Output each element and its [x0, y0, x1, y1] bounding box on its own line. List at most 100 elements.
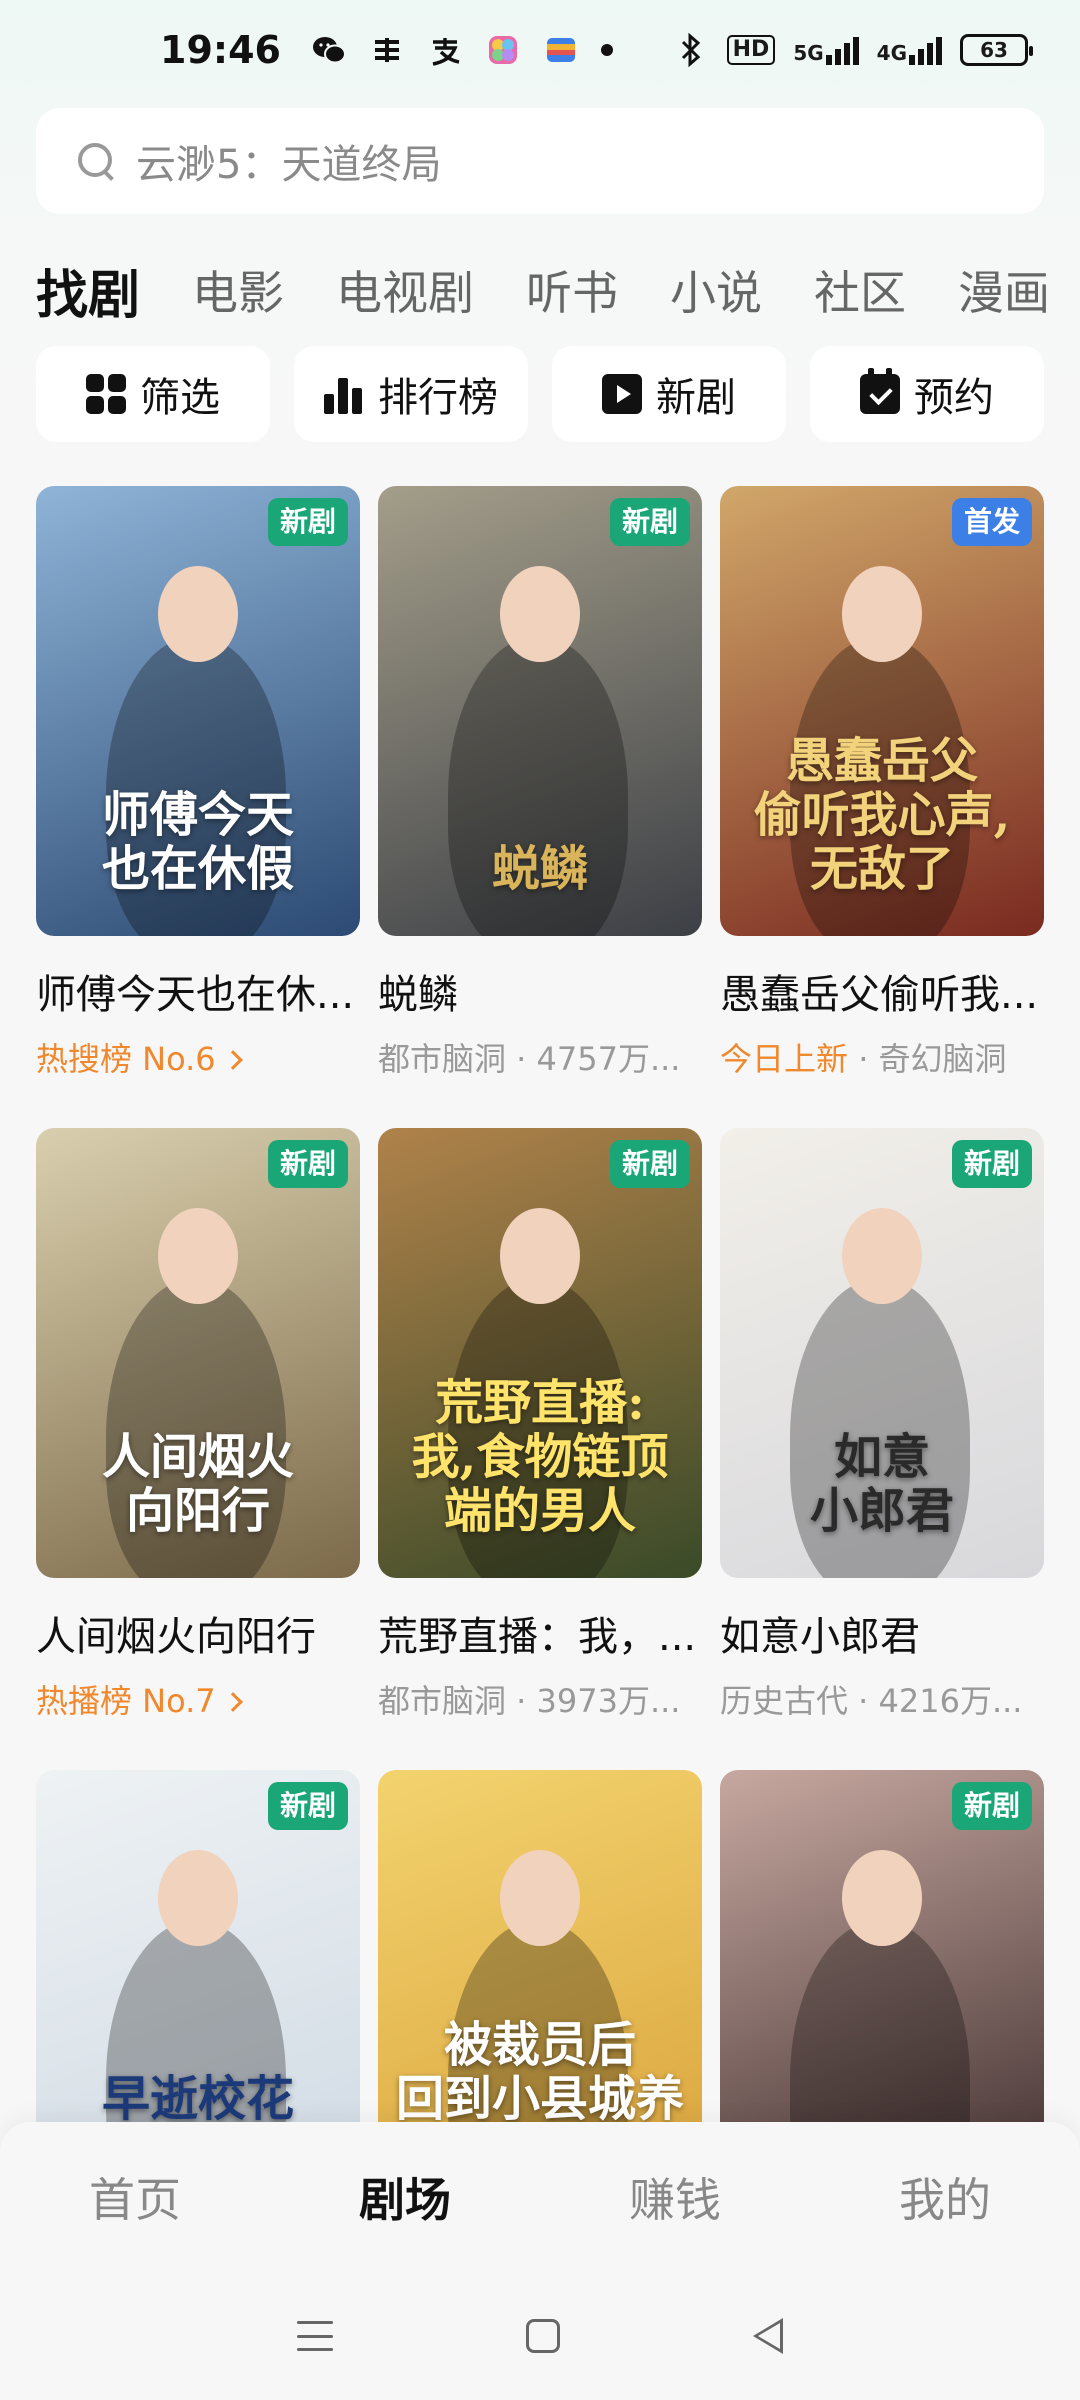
- search-bar[interactable]: 云渺5：天道终局: [36, 108, 1044, 214]
- drama-subtitle: 历史古代 · 4216万...: [720, 1676, 1044, 1722]
- chevron-right-icon: [222, 1692, 243, 1712]
- poster-face: [842, 1850, 922, 1946]
- status-time: 19:46: [160, 28, 281, 72]
- hd-voice-badge: HD: [726, 35, 776, 65]
- drama-poster[interactable]: 师傅今天 也在休假 新剧: [36, 486, 360, 936]
- signal-5g: 5G: [793, 35, 859, 65]
- search-icon: [76, 141, 116, 181]
- poster-title-art: 愚蠢岳父 偷听我心声,无敌了: [753, 733, 1011, 897]
- calendar-check-icon: [860, 368, 900, 414]
- nav-home[interactable]: 首页: [0, 2164, 270, 2230]
- poster-title-art: 荒野直播: 我,食物链顶端的男人: [411, 1375, 669, 1539]
- wallet-app-icon: [543, 32, 579, 68]
- tab-comics[interactable]: 漫画: [958, 257, 1050, 323]
- poster-title-art: 蜕鳞: [491, 841, 588, 897]
- filter-label: 筛选: [140, 375, 220, 421]
- drama-card[interactable]: 人间烟火 向阳行 新剧人间烟火向阳行热播榜 No.7: [36, 1128, 360, 1770]
- nav-earn[interactable]: 赚钱: [540, 2164, 810, 2230]
- genre-views-label: 都市脑洞 · 3973万...: [378, 1682, 681, 1720]
- play-icon: [602, 374, 642, 414]
- drama-poster[interactable]: 如意 小郎君 新剧: [720, 1128, 1044, 1578]
- drama-subtitle: 热播榜 No.7: [36, 1676, 360, 1722]
- poster-badge: 首发: [951, 498, 1032, 546]
- more-notifications-dot: [600, 44, 613, 56]
- bluetooth-icon: [673, 32, 709, 68]
- poster-badge: 新剧: [951, 1140, 1032, 1188]
- hot-rank-label[interactable]: 热播榜 No.7: [36, 1682, 216, 1720]
- drama-title[interactable]: 蜕鳞: [378, 962, 702, 1020]
- genre-views-label: · 奇幻脑洞: [848, 1040, 1007, 1078]
- search-placeholder: 云渺5：天道终局: [136, 142, 442, 188]
- tab-community[interactable]: 社区: [814, 257, 906, 323]
- poster-face: [158, 1850, 238, 1946]
- drama-poster[interactable]: 愚蠢岳父 偷听我心声,无敌了 首发: [720, 486, 1044, 936]
- ranking-button[interactable]: 排行榜: [294, 346, 528, 442]
- network-type-label: 5G: [793, 41, 824, 65]
- poster-badge: 新剧: [951, 1782, 1032, 1830]
- ranking-label: 排行榜: [378, 375, 498, 421]
- system-status: HD 5G 4G 63: [673, 32, 1033, 68]
- wechat-icon: [311, 32, 347, 68]
- drama-poster[interactable]: 人间烟火 向阳行 新剧: [36, 1128, 360, 1578]
- genre-views-label: 都市脑洞 · 4757万...: [378, 1040, 681, 1078]
- status-bar: 19:46 HD 5G 4G 63: [0, 0, 1080, 100]
- poster-face: [842, 566, 922, 662]
- poster-badge: 新剧: [267, 498, 348, 546]
- drama-poster[interactable]: 蜕鳞 新剧: [378, 486, 702, 936]
- poster-badge: 新剧: [267, 1782, 348, 1830]
- poster-badge: 新剧: [609, 1140, 690, 1188]
- drama-title[interactable]: 师傅今天也在休...: [36, 962, 360, 1020]
- tab-audiobook[interactable]: 听书: [526, 257, 618, 323]
- hot-rank-label[interactable]: 热搜榜 No.6: [36, 1040, 216, 1078]
- photo-app-icon: [485, 32, 521, 68]
- drama-card[interactable]: 蜕鳞 新剧 蜕鳞 都市脑洞 · 4757万...: [378, 486, 702, 1128]
- drama-poster[interactable]: 荒野直播: 我,食物链顶端的男人 新剧: [378, 1128, 702, 1578]
- drama-title[interactable]: 荒野直播：我，...: [378, 1604, 702, 1662]
- nav-theater[interactable]: 剧场: [270, 2164, 540, 2230]
- poster-face: [500, 566, 580, 662]
- drama-card[interactable]: 如意 小郎君 新剧如意小郎君历史古代 · 4216万...: [720, 1128, 1044, 1770]
- drama-title[interactable]: 愚蠢岳父偷听我...: [720, 962, 1044, 1020]
- bank-app-icon: [369, 32, 405, 68]
- drama-subtitle: 都市脑洞 · 3973万...: [378, 1676, 702, 1722]
- notification-icons: [311, 32, 613, 68]
- drama-card[interactable]: 师傅今天 也在休假 新剧师傅今天也在休... 热搜榜 No.6: [36, 486, 360, 1128]
- quick-actions: 筛选 排行榜 新剧 预约: [36, 346, 1044, 442]
- tab-movie[interactable]: 电影: [192, 257, 284, 323]
- drama-subtitle: 热搜榜 No.6: [36, 1034, 360, 1080]
- reserve-label: 预约: [914, 375, 994, 421]
- signal-4g: 4G: [877, 35, 942, 65]
- drama-subtitle: 今日上新 · 奇幻脑洞: [720, 1034, 1044, 1080]
- poster-face: [842, 1208, 922, 1304]
- poster-face: [158, 1208, 238, 1304]
- new-drama-label: 新剧: [656, 375, 736, 421]
- bottom-nav: 首页 剧场 赚钱 我的: [0, 2122, 1080, 2272]
- signal-bars-icon: [825, 35, 859, 65]
- poster-face: [500, 1208, 580, 1304]
- tab-novel[interactable]: 小说: [670, 257, 762, 323]
- filter-button[interactable]: 筛选: [36, 346, 270, 442]
- drama-subtitle: 都市脑洞 · 4757万...: [378, 1034, 702, 1080]
- drama-card[interactable]: 愚蠢岳父 偷听我心声,无敌了 首发愚蠢岳父偷听我... 今日上新 · 奇幻脑洞: [720, 486, 1044, 1128]
- new-drama-button[interactable]: 新剧: [552, 346, 786, 442]
- poster-title-art: 如意 小郎君: [809, 1429, 954, 1539]
- filter-grid-icon: [86, 374, 126, 414]
- genre-views-label: 历史古代 · 4216万...: [720, 1682, 1023, 1720]
- poster-badge: 新剧: [267, 1140, 348, 1188]
- nav-mine[interactable]: 我的: [810, 2164, 1080, 2230]
- drama-title[interactable]: 如意小郎君: [720, 1604, 1044, 1662]
- system-nav-bar: [0, 2272, 1080, 2400]
- battery-icon: 63: [960, 34, 1033, 66]
- signal-bars-icon: [909, 35, 942, 65]
- network-type-label: 4G: [876, 41, 907, 65]
- recent-apps-icon[interactable]: [296, 2321, 333, 2351]
- tab-find-drama[interactable]: 找剧: [36, 253, 140, 328]
- category-tabs: 找剧 电影 电视剧 听书 小说 社区 漫画: [36, 250, 1080, 330]
- home-icon[interactable]: [525, 2319, 560, 2353]
- drama-card[interactable]: 荒野直播: 我,食物链顶端的男人 新剧荒野直播：我，... 都市脑洞 · 3973万…: [378, 1128, 702, 1770]
- ranking-chart-icon: [324, 374, 364, 414]
- drama-title[interactable]: 人间烟火向阳行: [36, 1604, 360, 1662]
- tab-tv-series[interactable]: 电视剧: [336, 257, 474, 323]
- back-icon[interactable]: [753, 2318, 784, 2354]
- reserve-button[interactable]: 预约: [810, 346, 1044, 442]
